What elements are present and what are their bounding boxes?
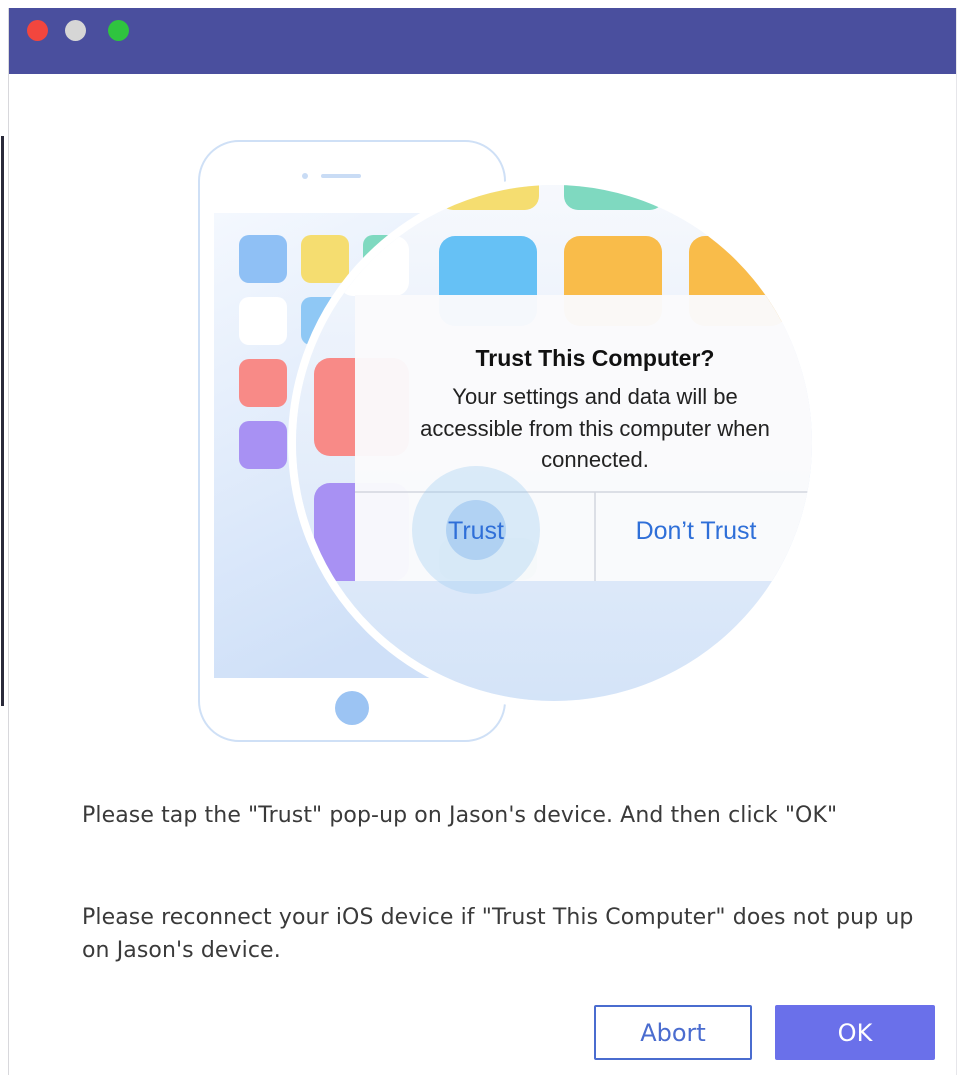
instruction-reconnect: Please reconnect your iOS device if "Tru…: [82, 905, 914, 963]
dialog-window: Trust This Computer? Your settings and d…: [1, 8, 957, 1075]
dialog-message-line: accessible from this computer when: [420, 416, 770, 441]
dialog-message-line: connected.: [541, 447, 649, 472]
phone-speaker: [321, 174, 361, 178]
dialog-message-line: Your settings and data will be: [452, 384, 737, 409]
abort-button[interactable]: Abort: [594, 1005, 752, 1060]
ok-button[interactable]: OK: [775, 1005, 935, 1060]
app-icon: [239, 359, 287, 407]
app-icon: [301, 235, 349, 283]
app-icon: [239, 235, 287, 283]
trust-illustration: Trust This Computer? Your settings and d…: [198, 140, 820, 742]
app-icon: [239, 421, 287, 469]
app-icon: [239, 297, 287, 345]
home-button-icon: [335, 691, 369, 725]
dont-trust-option: Don’t Trust: [636, 517, 757, 545]
window-edge: [1, 136, 4, 706]
phone-camera-icon: [302, 173, 308, 179]
dialog-title: Trust This Computer?: [476, 345, 715, 371]
trust-option: Trust: [448, 517, 504, 545]
instruction-trust: Please tap the "Trust" pop-up on Jason's…: [82, 803, 838, 828]
